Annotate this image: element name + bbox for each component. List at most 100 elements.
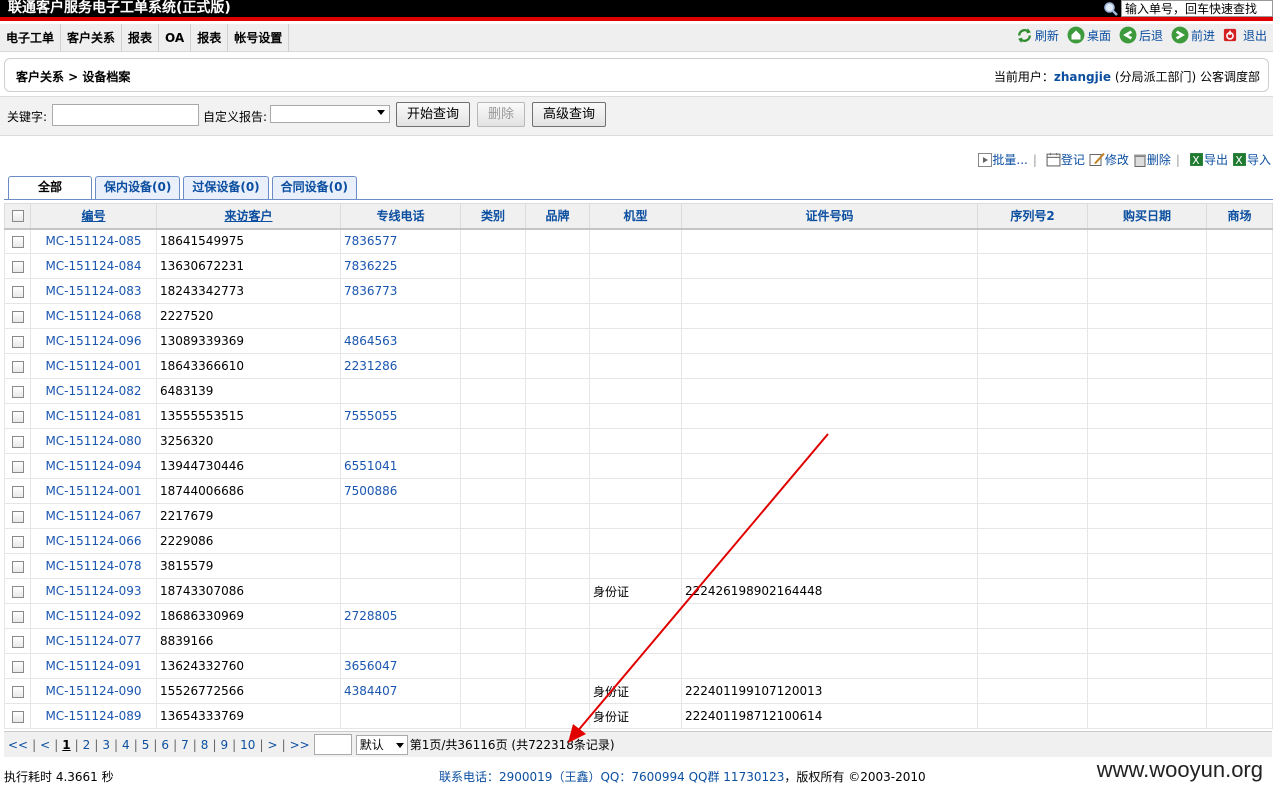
phone-link[interactable]: 6551041 (340, 453, 461, 479)
start-query-button[interactable]: 开始查询 (396, 102, 470, 127)
row-checkbox[interactable] (11, 310, 24, 323)
menu-item[interactable]: OA (159, 24, 192, 52)
phone-link[interactable] (340, 703, 461, 729)
device-code-link[interactable]: MC-151124-092 (30, 603, 157, 629)
prev-page-link[interactable]: < (40, 738, 50, 752)
next-page-link[interactable]: > (268, 738, 278, 752)
page-link-4[interactable]: 4 (122, 738, 130, 752)
row-checkbox[interactable] (11, 510, 24, 523)
menu-item[interactable]: 报表 (122, 24, 160, 52)
device-code-link[interactable]: MC-151124-084 (30, 253, 157, 279)
refresh-button[interactable]: 刷新 (1016, 27, 1059, 44)
phone-link[interactable]: 7500886 (340, 478, 461, 504)
device-code-link[interactable]: MC-151124-090 (30, 678, 157, 704)
row-checkbox[interactable] (11, 685, 24, 698)
page-link-8[interactable]: 8 (201, 738, 209, 752)
phone-link[interactable]: 7836225 (340, 253, 461, 279)
page-jump-input[interactable] (313, 734, 352, 755)
export-action[interactable]: X 导出 (1189, 151, 1228, 168)
page-link-9[interactable]: 9 (220, 738, 228, 752)
row-checkbox[interactable] (11, 710, 24, 723)
phone-link[interactable] (340, 503, 461, 529)
phone-link[interactable] (340, 378, 461, 404)
row-checkbox[interactable] (11, 485, 24, 498)
tab-0[interactable]: 全部 (8, 176, 92, 199)
row-checkbox[interactable] (11, 610, 24, 623)
page-link-7[interactable]: 7 (181, 738, 189, 752)
menu-item[interactable]: 客户关系 (61, 24, 123, 52)
phone-link[interactable]: 4384407 (340, 678, 461, 704)
import-action[interactable]: X 导入 (1232, 151, 1271, 168)
tab-1[interactable]: 保内设备(0) (95, 176, 181, 199)
back-button[interactable]: 后退 (1119, 26, 1163, 44)
device-code-link[interactable]: MC-151124-078 (30, 553, 157, 579)
col-code-header[interactable]: 编号 (30, 203, 157, 230)
phone-link[interactable]: 2231286 (340, 353, 461, 379)
page-link-5[interactable]: 5 (142, 738, 150, 752)
row-checkbox[interactable] (11, 260, 24, 273)
desktop-button[interactable]: 桌面 (1067, 26, 1111, 44)
device-code-link[interactable]: MC-151124-068 (30, 303, 157, 329)
batch-action[interactable]: 批量... (978, 151, 1028, 168)
row-checkbox[interactable] (11, 285, 24, 298)
phone-link[interactable]: 3656047 (340, 653, 461, 679)
phone-link[interactable] (340, 528, 461, 554)
report-select[interactable] (270, 105, 390, 123)
tab-2[interactable]: 过保设备(0) (183, 176, 269, 199)
device-code-link[interactable]: MC-151124-083 (30, 278, 157, 304)
advanced-query-button[interactable]: 高级查询 (532, 102, 606, 127)
page-link-10[interactable]: 10 (240, 738, 255, 752)
phone-link[interactable] (340, 553, 461, 579)
row-checkbox[interactable] (11, 385, 24, 398)
select-all-checkbox[interactable] (11, 210, 24, 223)
phone-link[interactable] (340, 628, 461, 654)
device-code-link[interactable]: MC-151124-093 (30, 578, 157, 604)
menu-item[interactable]: 报表 (191, 24, 229, 52)
row-checkbox[interactable] (11, 585, 24, 598)
device-code-link[interactable]: MC-151124-082 (30, 378, 157, 404)
row-checkbox[interactable] (11, 560, 24, 573)
page-link-1[interactable]: 1 (62, 738, 70, 752)
col-customer-header[interactable]: 来访客户 (156, 203, 341, 230)
delete-action[interactable]: 删除 (1133, 151, 1171, 168)
row-checkbox[interactable] (11, 360, 24, 373)
current-user-name[interactable]: zhangjie (1054, 70, 1111, 84)
last-page-link[interactable]: >> (290, 738, 310, 752)
phone-link[interactable] (340, 428, 461, 454)
device-code-link[interactable]: MC-151124-094 (30, 453, 157, 479)
keyword-input[interactable] (52, 104, 199, 126)
page-size-select[interactable]: 默认 (355, 734, 408, 755)
device-code-link[interactable]: MC-151124-091 (30, 653, 157, 679)
page-link-3[interactable]: 3 (102, 738, 110, 752)
device-code-link[interactable]: MC-151124-077 (30, 628, 157, 654)
device-code-link[interactable]: MC-151124-001 (30, 353, 157, 379)
register-action[interactable]: 登记 (1046, 151, 1085, 168)
device-code-link[interactable]: MC-151124-066 (30, 528, 157, 554)
phone-link[interactable]: 7836773 (340, 278, 461, 304)
page-link-2[interactable]: 2 (83, 738, 91, 752)
row-checkbox[interactable] (11, 335, 24, 348)
first-page-link[interactable]: << (8, 738, 28, 752)
device-code-link[interactable]: MC-151124-080 (30, 428, 157, 454)
device-code-link[interactable]: MC-151124-096 (30, 328, 157, 354)
phone-link[interactable] (340, 578, 461, 604)
tab-3[interactable]: 合同设备(0) (271, 176, 357, 199)
row-checkbox[interactable] (11, 660, 24, 673)
device-code-link[interactable]: MC-151124-085 (30, 228, 157, 254)
page-link-6[interactable]: 6 (161, 738, 169, 752)
row-checkbox[interactable] (11, 460, 24, 473)
quick-search-input[interactable] (1121, 0, 1273, 17)
exit-button[interactable]: 退出 (1223, 27, 1267, 44)
phone-link[interactable]: 7555055 (340, 403, 461, 429)
device-code-link[interactable]: MC-151124-089 (30, 703, 157, 729)
row-checkbox[interactable] (11, 410, 24, 423)
phone-link[interactable]: 2728805 (340, 603, 461, 629)
edit-action[interactable]: 修改 (1089, 151, 1129, 168)
row-checkbox[interactable] (11, 635, 24, 648)
phone-link[interactable]: 4864563 (340, 328, 461, 354)
phone-link[interactable] (340, 303, 461, 329)
device-code-link[interactable]: MC-151124-067 (30, 503, 157, 529)
row-checkbox[interactable] (11, 535, 24, 548)
menu-item[interactable]: 帐号设置 (228, 24, 290, 52)
device-code-link[interactable]: MC-151124-081 (30, 403, 157, 429)
